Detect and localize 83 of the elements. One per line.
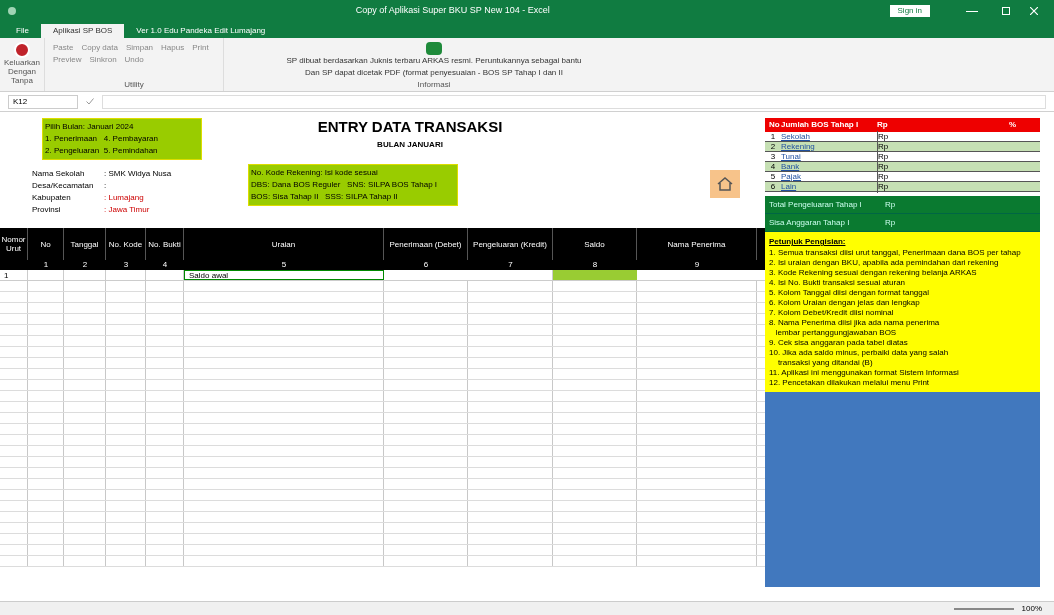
ribbon-command[interactable]: Print xyxy=(192,42,209,54)
instruction-text: 4. Isi No. Bukti transaksi sesuai aturan xyxy=(769,278,907,288)
total-value: Rp xyxy=(885,198,896,211)
instruction-text: 5. Kolom Tanggal diisi dengan format tanggal xyxy=(769,288,930,298)
ribbon-command[interactable]: Preview xyxy=(53,54,82,66)
sign-in-button[interactable]: Sign in xyxy=(889,5,930,17)
summary-link[interactable]: Rekening xyxy=(781,140,877,153)
ribbon-command[interactable]: Copy data xyxy=(81,42,118,54)
instruction-text: 1. Semua transaksi diisi urut tanggal, Penerimaan dana BOS per tahap xyxy=(769,248,1022,258)
table-cell-text: 5 xyxy=(769,170,777,183)
window-title: Copy of Aplikasi Super BKU SP New 104 - Excel xyxy=(354,4,551,18)
zoom-level: 100% xyxy=(1021,602,1042,615)
info-value: : xyxy=(104,180,107,192)
total-label: Total Pengeluaran Tahap I xyxy=(768,198,863,211)
total-label: Sisa Anggaran Tahap I xyxy=(768,216,851,229)
note-text: DBS: Dana BOS Reguler SNS: SILPA BOS Tahap I xyxy=(251,179,439,191)
info-text: Dan SP dapat dicetak PDF (format penyesuaian - BOS SP Tahap I dan II xyxy=(305,67,563,79)
column-number: 2 xyxy=(81,260,89,270)
exit-label[interactable]: Keluarkan Dengan Tanpa xyxy=(1,58,43,85)
column-number: 6 xyxy=(422,260,430,270)
note-text: 1. Penerimaan 4. Pembayaran xyxy=(45,133,159,145)
sheet-title: ENTRY DATA TRANSAKSI xyxy=(317,117,503,137)
column-number: 8 xyxy=(591,260,599,270)
sheet-subtitle: BULAN JANUARI xyxy=(377,138,443,151)
info-label: Provinsi xyxy=(32,204,62,216)
info-value: : Lumajang xyxy=(104,192,144,204)
ribbon-tab[interactable]: Ver 1.0 Edu Pandeka Edit Lumajang xyxy=(128,24,274,38)
column-number: 4 xyxy=(161,260,169,270)
instruction-text: 7. Kolom Debet/Kredit diisi nominal xyxy=(769,308,895,318)
table-cell-text: 2 xyxy=(769,140,777,153)
group-label: Informasi xyxy=(417,79,451,91)
summary-link[interactable]: Lain xyxy=(781,180,877,193)
summary-link[interactable]: Tunai xyxy=(781,150,877,163)
column-number: 3 xyxy=(122,260,130,270)
total-value: Rp xyxy=(885,216,896,229)
note-text: Pilih Bulan: Januari 2024 xyxy=(45,121,135,133)
column-number: 5 xyxy=(280,260,288,270)
table-cell: Rp xyxy=(877,180,985,193)
column-number: 1 xyxy=(42,260,50,270)
table-cell-text: 1 xyxy=(769,130,777,143)
instruction-text: 8. Nama Penerima diisi jika ada nama penerima xyxy=(769,318,941,328)
note-text: No. Kode Rekening: Isi kode sesuai xyxy=(251,167,379,179)
summary-header: No xyxy=(768,119,781,131)
instructions-title: Petunjuk Pengisian: xyxy=(769,236,847,248)
info-text: SP dibuat berdasarkan Juknis terbaru ARKAS resmi. Peruntukannya sebagai bantu xyxy=(286,55,582,67)
instruction-text: 2. Isi uraian dengan BKU, apabila ada pemindahan dari rekening xyxy=(769,258,1000,268)
table-cell: 1 xyxy=(0,270,28,280)
instruction-text: 12. Pencetakan dilakukan melalui menu Print xyxy=(769,378,931,388)
ribbon-command[interactable]: Hapus xyxy=(161,42,185,54)
summary-link[interactable]: Pajak xyxy=(781,170,877,183)
table-cell-text: 4 xyxy=(769,160,777,173)
column-number: 9 xyxy=(693,260,701,270)
info-label: Kabupaten xyxy=(32,192,72,204)
summary-header: % xyxy=(1007,119,1018,131)
ribbon-tab[interactable]: Aplikasi SP BOS xyxy=(40,24,125,38)
info-value: : Jawa Timur xyxy=(104,204,150,216)
instruction-text: 11. Aplikasi ini menggunakan format Sistem Informasi xyxy=(769,368,960,378)
ribbon-command[interactable]: Sinkron xyxy=(89,54,117,66)
summary-link[interactable]: Bank xyxy=(781,160,877,173)
table-cell-text: 3 xyxy=(769,150,777,163)
info-label: Desa/Kecamatan xyxy=(32,180,95,192)
instruction-text: 6. Kolom Uraian dengan jelas dan lengkap xyxy=(769,298,921,308)
ribbon-tab[interactable]: File xyxy=(8,24,37,38)
ribbon-command[interactable]: Undo xyxy=(124,54,144,66)
column-number: 7 xyxy=(507,260,514,270)
summary-header: Rp xyxy=(877,119,889,131)
summary-link[interactable]: Sekolah xyxy=(781,130,877,143)
info-value: : SMK Widya Nusa xyxy=(104,168,172,180)
instruction-text: 9. Cek sisa anggaran pada tabel diatas xyxy=(769,338,909,348)
group-label: Utility xyxy=(123,79,145,91)
table-cell: Saldo awal xyxy=(184,270,384,280)
note-text: BOS: Sisa Tahap II SSS: SILPA Tahap II xyxy=(251,191,399,203)
instruction-text: 3. Kode Rekening sesuai dengan rekening belanja ARKAS xyxy=(769,268,978,278)
note-text: 2. Pengeluaran 5. Pemindahan xyxy=(45,145,159,157)
info-label: Nama Sekolah xyxy=(32,168,86,180)
ribbon-command[interactable]: Paste xyxy=(53,42,74,54)
instruction-text: 10. Jika ada saldo minus, perbaiki data yang salah xyxy=(769,348,950,358)
table-cell-text: 6 xyxy=(769,180,777,193)
ribbon-command[interactable]: Simpan xyxy=(125,42,154,54)
name-box[interactable]: K12 xyxy=(8,94,78,109)
instruction-text: lembar pertanggungjawaban BOS xyxy=(774,328,898,338)
summary-header: Jumlah BOS Tahap I xyxy=(781,119,860,131)
instruction-text: transaksi yang ditandai (B) xyxy=(776,358,874,368)
